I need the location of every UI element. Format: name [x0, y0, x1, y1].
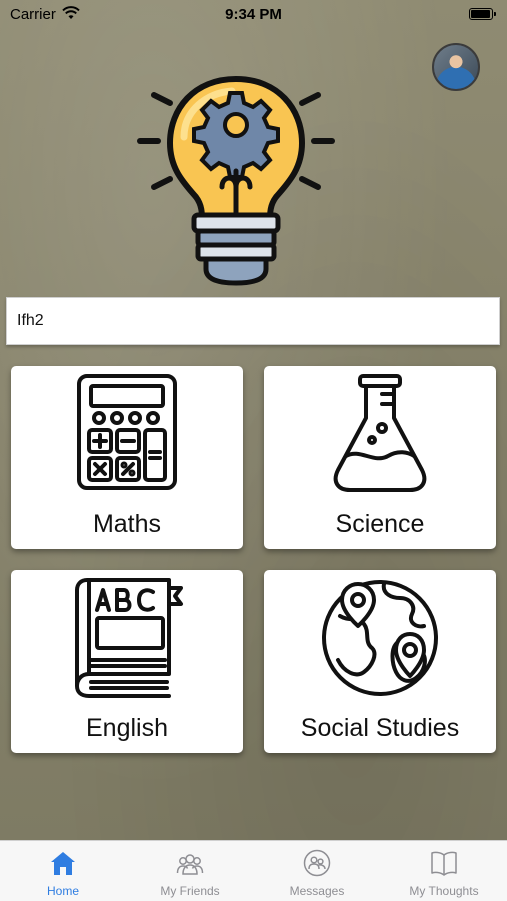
flask-icon	[333, 374, 427, 492]
subject-label: English	[86, 714, 168, 742]
name-display-field[interactable]: Ifh2	[6, 297, 500, 345]
tab-bar: Home My Friends Messages My Thoughts	[0, 840, 507, 901]
subject-card-science[interactable]: Science	[264, 366, 496, 549]
subject-card-social-studies[interactable]: Social Studies	[264, 570, 496, 753]
subject-label: Science	[335, 510, 425, 538]
home-icon	[51, 852, 75, 875]
status-time: 9:34 PM	[225, 6, 282, 23]
globe-map-icon	[322, 580, 438, 696]
tab-messages[interactable]: Messages	[254, 841, 380, 901]
tab-my-friends[interactable]: My Friends	[127, 841, 253, 901]
tab-my-thoughts[interactable]: My Thoughts	[381, 841, 507, 901]
subject-card-maths[interactable]: Maths	[11, 366, 243, 549]
tab-label: My Thoughts	[409, 884, 479, 898]
abc-book-icon	[75, 578, 183, 698]
calculator-icon	[77, 374, 177, 490]
book-icon	[431, 851, 457, 876]
tab-home[interactable]: Home	[0, 841, 126, 901]
name-value: Ifh2	[17, 312, 44, 329]
battery-icon	[469, 8, 496, 20]
tab-label: Messages	[289, 884, 345, 898]
status-bar: Carrier 9:34 PM	[0, 0, 507, 30]
subject-label: Maths	[92, 510, 162, 538]
lightbulb-gear-icon	[137, 75, 335, 286]
tab-label: My Friends	[160, 884, 220, 898]
tab-label: Home	[46, 884, 79, 898]
subject-label: Social Studies	[300, 714, 460, 742]
subject-card-english[interactable]: English	[11, 570, 243, 753]
friends-icon	[176, 854, 204, 875]
messages-icon	[303, 849, 331, 877]
profile-avatar[interactable]	[432, 43, 480, 91]
